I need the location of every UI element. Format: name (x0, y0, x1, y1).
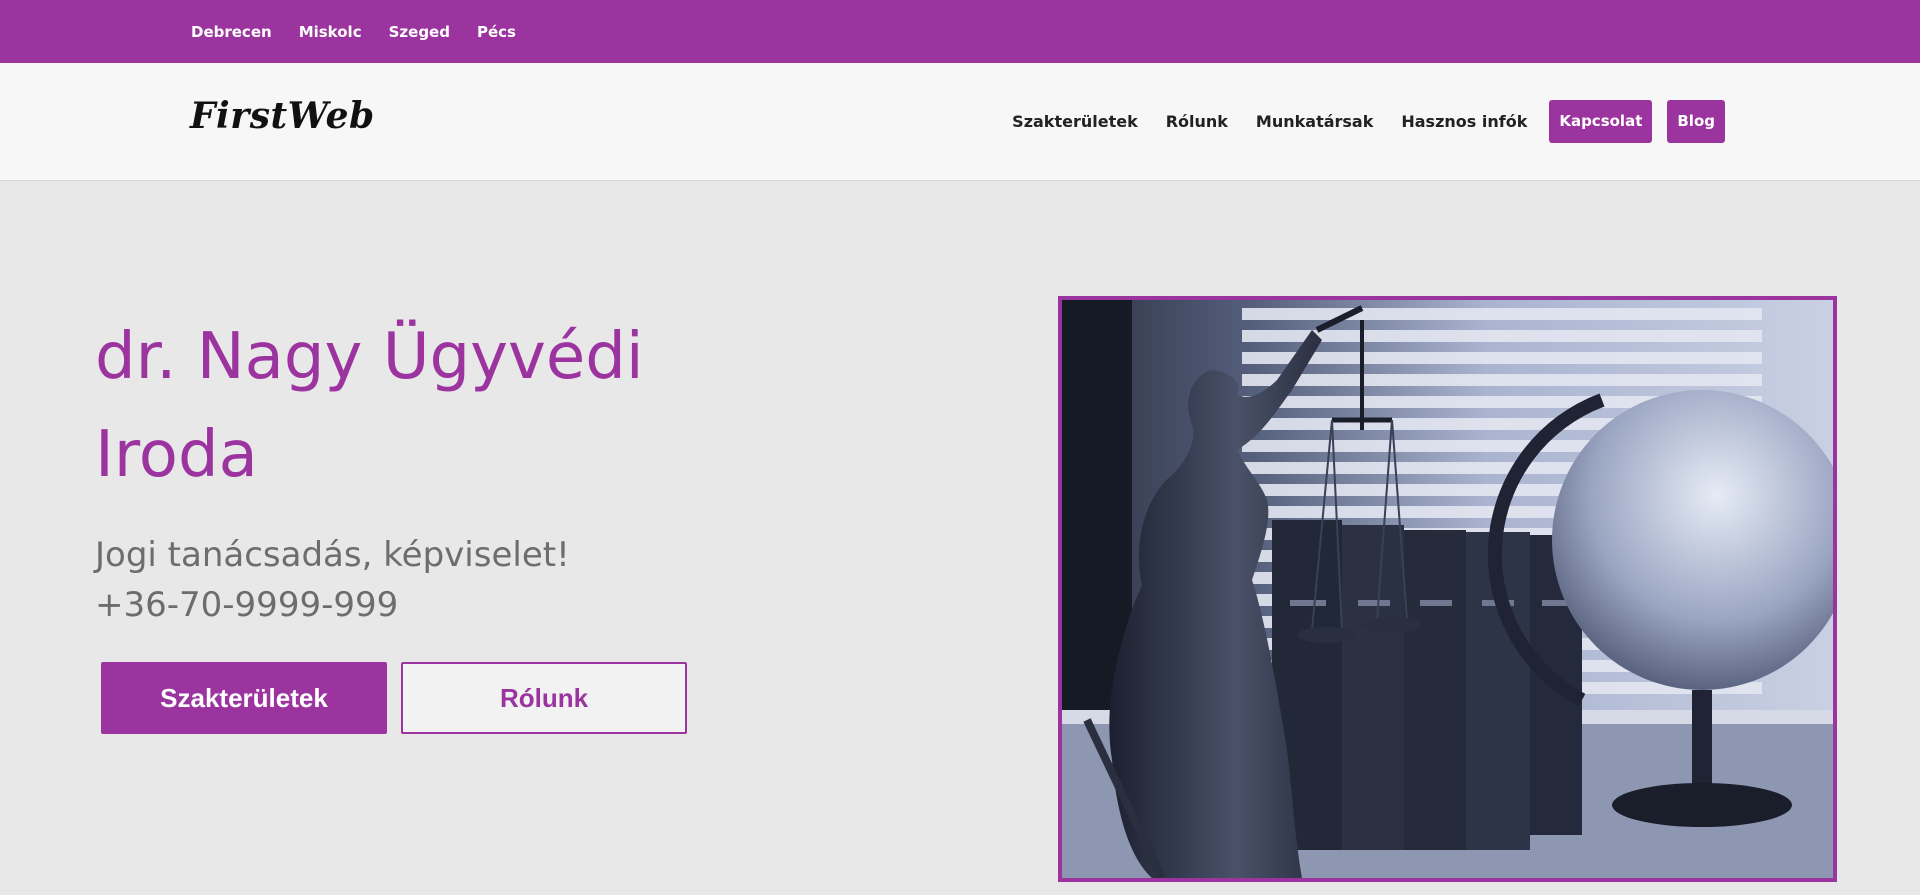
nav-munkatarsak[interactable]: Munkatársak (1256, 112, 1373, 131)
main-navbar: FirstWeb Szakterületek Rólunk Munkatársa… (0, 63, 1920, 181)
nav-rolunk[interactable]: Rólunk (1166, 112, 1228, 131)
nav-kapcsolat-button[interactable]: Kapcsolat (1549, 100, 1653, 143)
hero-phone[interactable]: +36-70-9999-999 (95, 580, 398, 630)
hero-subtitle: Jogi tanácsadás, képviselet! (95, 535, 570, 575)
rolunk-button[interactable]: Rólunk (401, 662, 687, 734)
site-logo[interactable]: FirstWeb (190, 95, 375, 137)
lady-justice-illustration (1062, 300, 1833, 878)
hero-title-line-1: dr. Nagy Ügyvédi (95, 320, 644, 394)
city-links: Debrecen Miskolc Szeged Pécs (191, 0, 543, 63)
top-bar: Debrecen Miskolc Szeged Pécs (0, 0, 1920, 63)
nav-blog-button[interactable]: Blog (1667, 100, 1725, 143)
hero-image-lady-justice (1058, 296, 1837, 882)
hero-title: dr. Nagy Ügyvédi Iroda (95, 308, 735, 504)
nav-szakteruletek[interactable]: Szakterületek (1012, 112, 1138, 131)
city-link-miskolc[interactable]: Miskolc (299, 23, 362, 41)
main-nav: Szakterületek Rólunk Munkatársak Hasznos… (984, 100, 1725, 143)
nav-hasznos-infok[interactable]: Hasznos infók (1401, 112, 1527, 131)
city-link-pecs[interactable]: Pécs (477, 23, 516, 41)
city-link-debrecen[interactable]: Debrecen (191, 23, 272, 41)
city-link-szeged[interactable]: Szeged (389, 23, 450, 41)
hero-title-line-2: Iroda (95, 418, 258, 492)
szakteruletek-button[interactable]: Szakterületek (101, 662, 387, 734)
